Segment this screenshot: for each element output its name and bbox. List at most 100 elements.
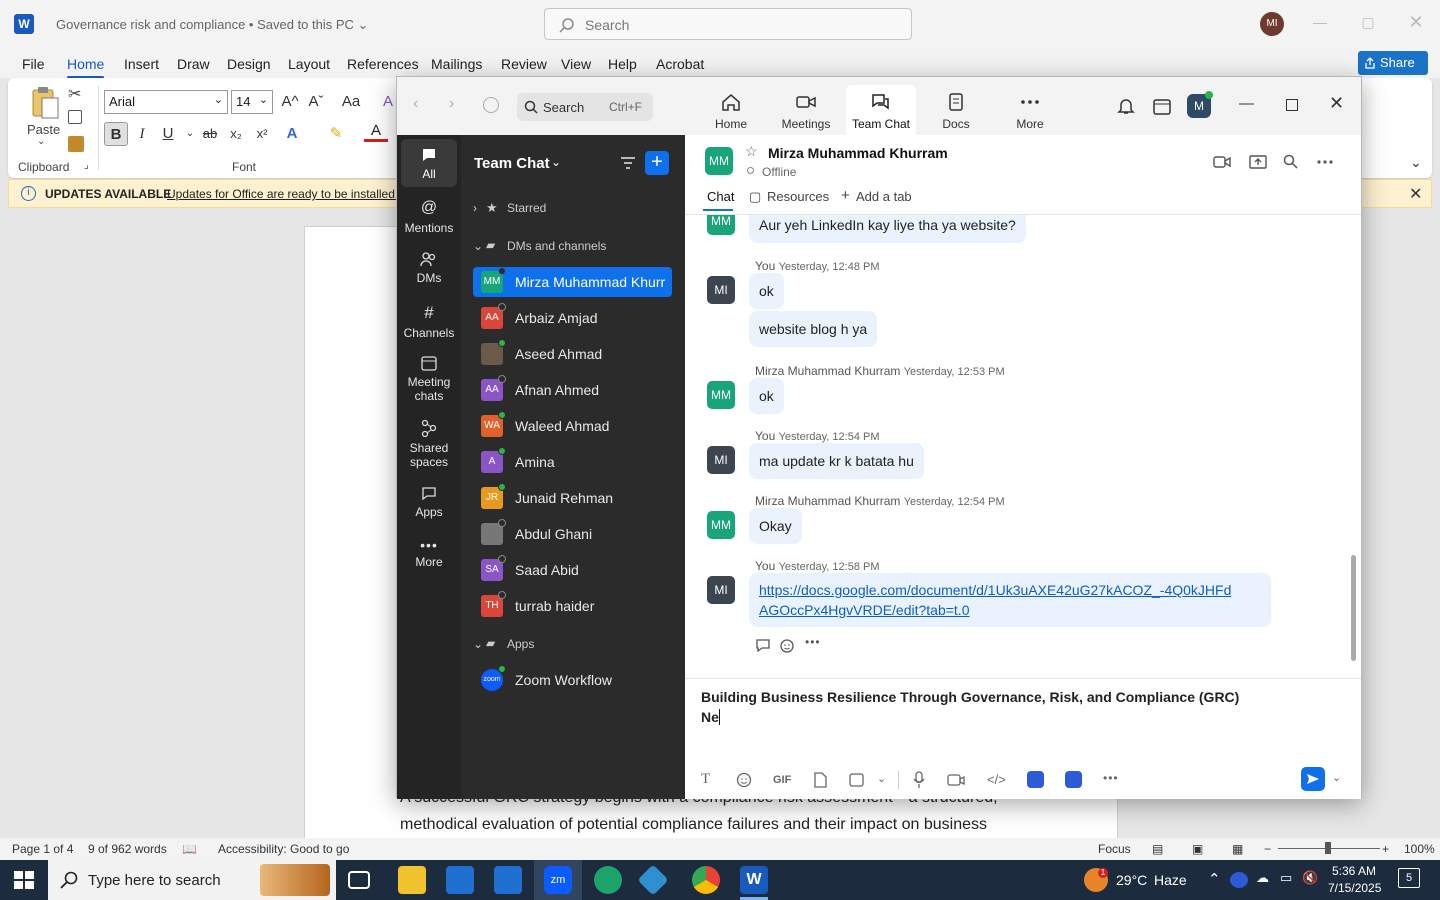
print-layout-icon[interactable]: ▣ <box>1192 842 1203 856</box>
message-bubble[interactable]: ok <box>749 378 784 414</box>
update-link[interactable]: Updates for Office are ready to be insta… <box>167 187 405 201</box>
zoom-slider-thumb[interactable] <box>1325 842 1331 854</box>
section-starred[interactable]: Starred <box>507 201 546 215</box>
compose-line[interactable]: Ne <box>701 709 720 725</box>
windows-start-icon[interactable] <box>14 871 34 889</box>
text-effects-icon[interactable]: A <box>280 122 304 146</box>
clock-date[interactable]: 7/15/2025 <box>1328 881 1381 895</box>
nav-channels[interactable]: # Channels <box>401 303 457 340</box>
minimize-icon[interactable]: — <box>1310 14 1330 34</box>
nav-more[interactable]: ••• More <box>401 537 457 569</box>
menu-mailings[interactable]: Mailings <box>431 56 482 72</box>
file-icon[interactable] <box>813 772 827 788</box>
focus-mode[interactable]: Focus <box>1098 842 1131 856</box>
word-count[interactable]: 9 of 962 words <box>88 842 167 856</box>
read-mode-icon[interactable]: ▤ <box>1152 842 1163 856</box>
document-title[interactable]: Governance risk and compliance • Saved t… <box>56 17 368 33</box>
contact-item[interactable]: AA Afnan Ahmed <box>473 375 672 405</box>
menu-insert[interactable]: Insert <box>124 56 159 72</box>
dialog-launcher-icon[interactable]: ⌟ <box>84 160 89 171</box>
chevron-up-icon[interactable]: ⌃ <box>1208 870 1221 888</box>
nav-dms[interactable]: DMs <box>401 251 457 285</box>
tab-home[interactable]: Home <box>696 85 766 135</box>
section-dms-channels[interactable]: DMs and channels <box>507 239 606 253</box>
word-user-avatar[interactable]: MI <box>1260 12 1284 36</box>
proofing-icon[interactable]: 📖 <box>182 842 197 856</box>
zoom-minimize-icon[interactable]: — <box>1239 95 1254 112</box>
nav-shared-spaces[interactable]: Shared spaces <box>401 419 457 469</box>
menu-references[interactable]: References <box>347 56 419 72</box>
nav-mentions[interactable]: @ Mentions <box>401 199 457 235</box>
calendar-icon[interactable] <box>1153 97 1171 115</box>
link-message-bubble[interactable]: https://docs.google.com/document/d/1Uk3u… <box>749 573 1271 627</box>
code-snippet-icon[interactable]: </> <box>987 772 1006 787</box>
star-outline-icon[interactable]: ☆ <box>745 143 758 160</box>
change-case-button[interactable]: Aa <box>334 90 368 114</box>
chat-list-title[interactable]: Team Chat <box>474 155 550 172</box>
zoom-tray-icon[interactable] <box>1230 872 1248 888</box>
send-button[interactable] <box>1301 767 1325 791</box>
chevron-right-icon[interactable]: › <box>473 201 477 215</box>
copy-icon[interactable] <box>68 110 82 124</box>
menu-acrobat[interactable]: Acrobat <box>656 56 704 72</box>
chevron-down-icon[interactable]: ⌄ <box>551 155 561 169</box>
format-painter-icon[interactable] <box>68 136 84 152</box>
share-screen-icon[interactable] <box>1249 154 1267 170</box>
emoji-icon[interactable] <box>736 772 752 788</box>
close-icon[interactable]: ✕ <box>1406 12 1426 32</box>
menu-draw[interactable]: Draw <box>177 56 210 72</box>
network-icon[interactable]: ▭ <box>1280 870 1292 886</box>
notification-center-icon[interactable]: 5 <box>1398 868 1420 888</box>
tab-meetings[interactable]: Meetings <box>771 85 841 135</box>
send-options-chevron-icon[interactable]: ⌄ <box>1332 771 1341 784</box>
microsoft-store-icon[interactable] <box>446 866 474 894</box>
video-message-icon[interactable] <box>947 773 965 787</box>
screenshot-icon[interactable] <box>849 772 865 788</box>
more-options-icon[interactable] <box>1317 159 1333 165</box>
nav-all[interactable]: All <box>401 139 457 187</box>
superscript-button[interactable]: x² <box>250 122 274 146</box>
nav-apps[interactable]: Apps <box>401 485 457 519</box>
more-tools-icon[interactable]: ••• <box>1103 771 1119 785</box>
chevron-down-icon[interactable]: ⌄ <box>473 637 483 651</box>
menu-help[interactable]: Help <box>608 56 637 72</box>
paste-label[interactable]: Paste <box>27 122 60 137</box>
tab-resources[interactable]: Resources <box>767 189 829 204</box>
message-more-icon[interactable]: ••• <box>805 635 821 649</box>
file-explorer-icon[interactable] <box>398 866 426 894</box>
page-count[interactable]: Page 1 of 4 <box>12 842 73 856</box>
zoom-search[interactable]: Search Ctrl+F <box>517 93 653 121</box>
grow-font-button[interactable]: A^ <box>278 90 302 114</box>
message-bubble[interactable]: ma update kr k batata hu <box>749 443 924 479</box>
tab-chat[interactable]: Chat <box>707 189 734 204</box>
message-bubble[interactable]: Aur yeh LinkedIn kay liye tha ya website… <box>749 215 1026 243</box>
link-text-line[interactable]: AGOccPx4HgvVRDE/edit?tab=t.0 <box>759 600 1261 620</box>
menu-design[interactable]: Design <box>227 56 271 72</box>
paste-icon[interactable] <box>30 86 60 120</box>
zoom-docs-button-icon[interactable] <box>1065 771 1082 788</box>
zoom-app-icon[interactable]: zm <box>544 866 572 894</box>
contact-item[interactable]: WA Waleed Ahmad <box>473 411 672 441</box>
menu-file[interactable]: File <box>22 56 45 72</box>
app-zoom-workflow[interactable]: zoom Zoom Workflow <box>473 665 672 695</box>
contact-item[interactable]: JR Junaid Rehman <box>473 483 672 513</box>
history-icon[interactable] <box>483 97 499 113</box>
chevron-down-icon[interactable]: ⌄ <box>473 239 483 253</box>
clock-time[interactable]: 5:36 AM <box>1332 864 1376 878</box>
new-chat-button[interactable]: + <box>645 151 669 175</box>
contact-item[interactable]: Aseed Ahmad <box>473 339 672 369</box>
section-apps[interactable]: Apps <box>507 637 534 651</box>
contact-name[interactable]: Mirza Muhammad Khurram <box>768 145 948 161</box>
chat-scrollbar[interactable] <box>1351 555 1356 661</box>
emoji-reaction-icon[interactable] <box>780 638 796 654</box>
highlight-icon[interactable]: ✎ <box>324 122 348 146</box>
menu-layout[interactable]: Layout <box>288 56 330 72</box>
word-search-box[interactable]: Search <box>544 8 912 40</box>
back-arrow-icon[interactable]: ‹ <box>413 95 418 113</box>
contact-item[interactable]: MMMirza Muhammad Khurram <box>473 267 672 297</box>
contact-avatar[interactable]: MM <box>705 147 733 175</box>
contact-item[interactable]: A Amina <box>473 447 672 477</box>
bell-icon[interactable] <box>1117 97 1135 115</box>
mail-icon[interactable] <box>494 866 522 894</box>
paste-dropdown-icon[interactable]: ⌄ <box>37 136 45 147</box>
